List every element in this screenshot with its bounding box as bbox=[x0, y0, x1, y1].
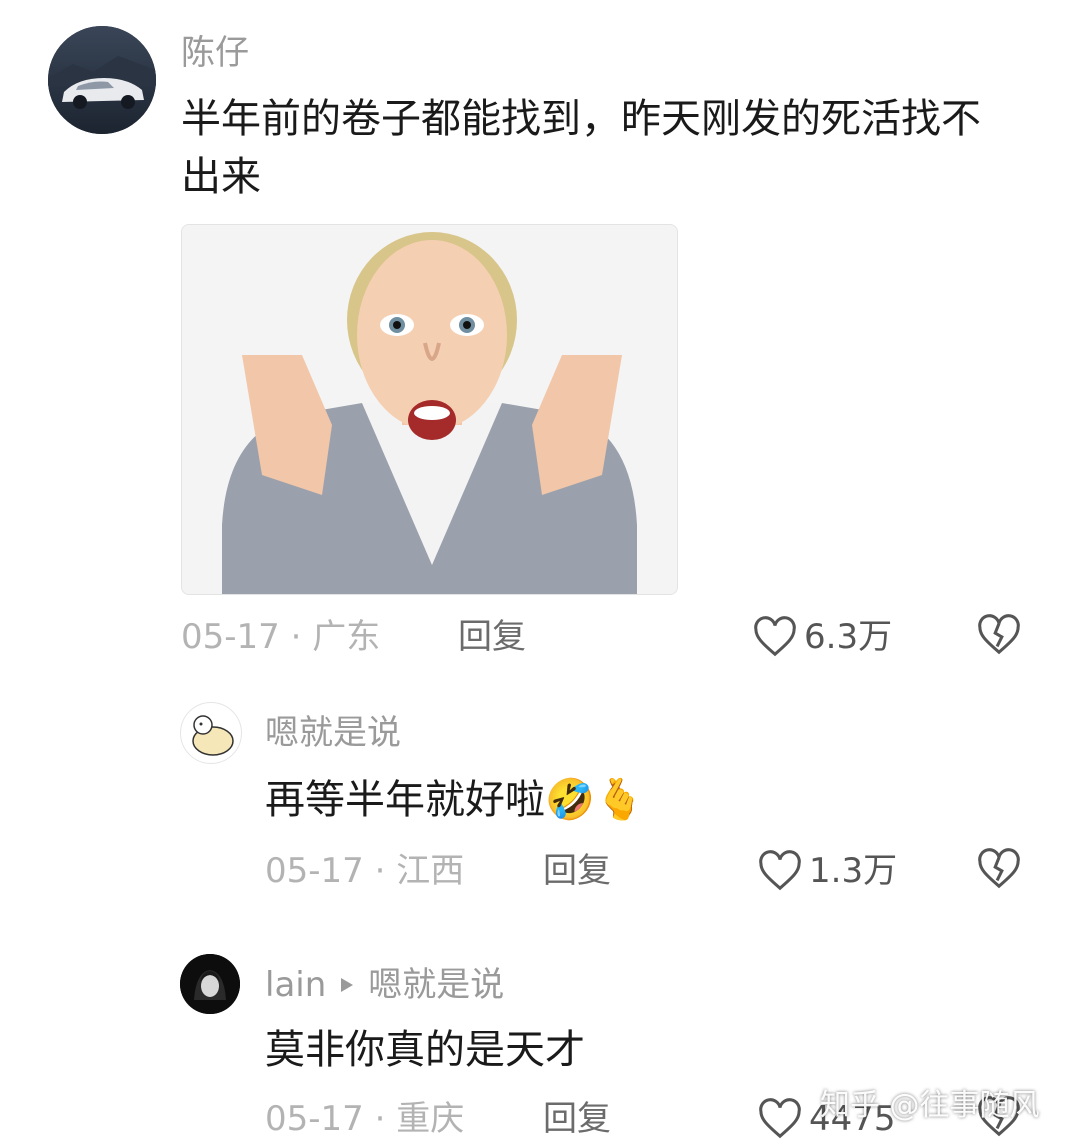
reply-to-username[interactable]: 嗯就是说 bbox=[368, 965, 504, 1005]
comment-meta: 05-17 · 广东 bbox=[181, 617, 381, 657]
comment-meta: 05-17 · 江西 bbox=[265, 851, 465, 891]
watermark: 知乎 @往事随风 bbox=[820, 1088, 1040, 1123]
comment-meta: 05-17 · 重庆 bbox=[265, 1099, 465, 1139]
reply-button[interactable]: 回复 bbox=[543, 851, 611, 891]
like-count: 6.3万 bbox=[804, 617, 893, 657]
avatar[interactable] bbox=[48, 26, 156, 134]
broken-heart-icon[interactable] bbox=[976, 848, 1022, 890]
comment-text-body: 再等半年就好啦 bbox=[265, 777, 545, 823]
reply-button[interactable]: 回复 bbox=[543, 1099, 611, 1139]
like-button[interactable]: 6.3万 bbox=[752, 616, 892, 658]
laughing-emoji-icon: 🤣 bbox=[545, 777, 595, 823]
reply-button[interactable]: 回复 bbox=[458, 617, 526, 657]
heart-icon bbox=[757, 1098, 803, 1140]
play-arrow-icon bbox=[338, 975, 356, 995]
like-count: 1.3万 bbox=[809, 851, 898, 891]
comment-username[interactable]: 嗯就是说 bbox=[265, 713, 401, 753]
comment-header: lain 嗯就是说 bbox=[265, 965, 504, 1005]
broken-heart-icon[interactable] bbox=[976, 614, 1022, 656]
finger-heart-emoji-icon: 🫰 bbox=[594, 777, 645, 823]
like-button[interactable]: 1.3万 bbox=[757, 850, 897, 892]
comment-username[interactable]: lain bbox=[265, 965, 326, 1005]
avatar[interactable] bbox=[180, 954, 240, 1014]
comment-image[interactable] bbox=[181, 224, 678, 595]
comment-username[interactable]: 陈仔 bbox=[181, 33, 249, 73]
heart-icon bbox=[757, 850, 803, 892]
comment-text: 莫非你真的是天才 bbox=[265, 1027, 585, 1073]
heart-icon bbox=[752, 616, 798, 658]
comment-text: 再等半年就好啦🤣🫰 bbox=[265, 771, 645, 829]
avatar[interactable] bbox=[180, 702, 242, 764]
surprised-woman-image bbox=[182, 225, 677, 594]
comment-text: 半年前的卷子都能找到，昨天刚发的死活找不出来 bbox=[181, 96, 981, 200]
